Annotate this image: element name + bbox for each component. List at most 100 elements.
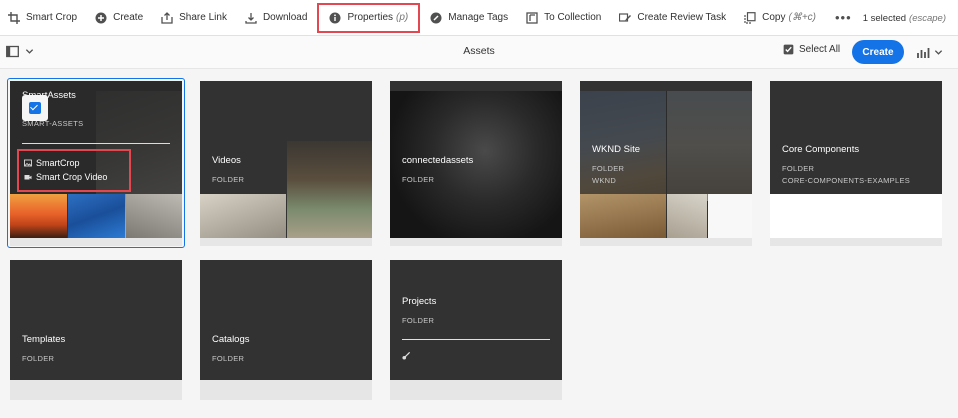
download-icon (245, 12, 257, 24)
card-footer (200, 238, 372, 246)
card-footer (390, 380, 562, 400)
tag-icon (430, 12, 442, 23)
smart-crop-button[interactable]: Smart Crop (0, 0, 86, 36)
card-info: Videos FOLDER (212, 155, 244, 184)
escape-hint: (escape) (909, 12, 946, 24)
card-type: FOLDER (402, 175, 435, 184)
card-title: Core Components (782, 144, 860, 155)
card-body: WKND Site FOLDER WKND (580, 81, 752, 238)
card-info: Projects FOLDER (402, 296, 436, 325)
select-all-button[interactable]: Select All (783, 44, 840, 55)
card-body: SmartAssets SMART-ASSETS SmartCrop Smart… (10, 81, 182, 238)
card-info: Templates FOLDER (22, 334, 65, 363)
smart-crop-video-item[interactable]: Smart Crop Video (24, 172, 129, 182)
select-all-label: Select All (799, 44, 841, 55)
card-body: Templates FOLDER (10, 260, 182, 380)
link-icon (402, 351, 411, 360)
card-title: Catalogs (212, 334, 250, 345)
create-review-task-label: Create Review Task (637, 12, 727, 23)
card-type: FOLDER (782, 164, 815, 173)
copy-label: Copy (762, 12, 786, 23)
properties-button[interactable]: Properties (p) (316, 0, 421, 36)
to-collection-button[interactable]: To Collection (517, 0, 610, 36)
download-label: Download (262, 12, 308, 23)
smart-crop-list: SmartCrop Smart Crop Video (17, 149, 131, 192)
card-divider (22, 143, 170, 144)
create-action-button[interactable]: Create (86, 0, 152, 36)
properties-label: Properties (347, 12, 394, 23)
thumbnail-white (770, 194, 942, 238)
smart-crop-item-label: SmartCrop (36, 158, 80, 168)
smart-crop-item[interactable]: SmartCrop (24, 158, 129, 168)
manage-tags-label: Manage Tags (448, 12, 509, 23)
thumbnail-desert (667, 194, 707, 238)
card-footer (10, 238, 182, 246)
card-type: FOLDER (22, 354, 55, 363)
title-bar: Assets Select All Create (0, 36, 958, 69)
smart-crop-video-label: Smart Crop Video (36, 172, 108, 182)
collection-icon (526, 11, 538, 24)
card-body: Projects FOLDER (390, 260, 562, 380)
selection-status[interactable]: 1 selected (escape) (863, 0, 946, 36)
download-button[interactable]: Download (236, 0, 316, 36)
thumbnail-sand (200, 194, 286, 238)
card-subtitle: WKND (592, 176, 617, 185)
card-type: FOLDER (212, 175, 245, 184)
selected-count: 1 selected (862, 12, 907, 24)
share-link-label: Share Link (179, 12, 227, 23)
add-circle-icon (95, 12, 107, 23)
card-info: Core Components FOLDER CORE-COMPONENTS-E… (782, 144, 910, 185)
card-body: Core Components FOLDER CORE-COMPONENTS-E… (770, 81, 942, 238)
view-switcher[interactable] (917, 46, 943, 59)
card-footer (10, 380, 182, 400)
properties-shortcut: (p) (396, 12, 409, 23)
card-thumbnails (10, 194, 182, 238)
card-subtitle: CORE-COMPONENTS-EXAMPLES (782, 176, 911, 185)
copy-icon (744, 11, 756, 24)
thumbnail-road (126, 194, 182, 238)
create-action-label: Create (113, 12, 144, 23)
card-title: Projects (402, 296, 437, 307)
chevron-down-icon (934, 50, 943, 55)
review-task-icon (619, 12, 632, 22)
card-footer (200, 380, 372, 400)
card-divider (402, 339, 550, 340)
action-bar: Smart Crop Create Share Link Download Pr… (0, 0, 958, 36)
card-info: Catalogs FOLDER (212, 334, 250, 363)
to-collection-label: To Collection (544, 12, 602, 23)
thumbnail-water (68, 194, 125, 238)
info-icon (329, 12, 341, 23)
card-checkbox[interactable] (22, 95, 48, 121)
card-type: FOLDER (212, 354, 245, 363)
card-title: Templates (22, 334, 66, 345)
copy-shortcut: (⌘+c) (788, 12, 816, 23)
card-view-icon (917, 48, 930, 58)
share-link-button[interactable]: Share Link (152, 0, 236, 36)
card-footer (770, 238, 942, 246)
smart-crop-label: Smart Crop (26, 12, 78, 23)
checkbox-icon (783, 44, 794, 55)
video-icon (24, 175, 32, 180)
create-button[interactable]: Create (852, 40, 904, 64)
create-review-task-button[interactable]: Create Review Task (610, 0, 735, 36)
card-info: connectedassets FOLDER (402, 155, 473, 184)
image-icon (24, 159, 32, 167)
card-type: FOLDER (402, 316, 435, 325)
thumbnail-sunset (10, 194, 67, 238)
card-title: WKND Site (592, 144, 641, 155)
card-body: connectedassets FOLDER (390, 81, 562, 238)
thumbnail-person (287, 141, 372, 238)
card-body: Catalogs FOLDER (200, 260, 372, 380)
more-actions-button[interactable]: ••• (825, 0, 862, 36)
card-footer (390, 238, 562, 246)
card-footer (580, 238, 752, 246)
card-body: Videos FOLDER (200, 81, 372, 238)
card-title: Videos (212, 155, 241, 166)
crop-icon (8, 11, 20, 24)
share-icon (161, 11, 173, 24)
thumbnail-blank (708, 194, 752, 238)
manage-tags-button[interactable]: Manage Tags (421, 0, 517, 36)
card-type: FOLDER (592, 164, 625, 173)
card-title: connectedassets (402, 155, 474, 166)
copy-button[interactable]: Copy (⌘+c) (735, 0, 825, 36)
